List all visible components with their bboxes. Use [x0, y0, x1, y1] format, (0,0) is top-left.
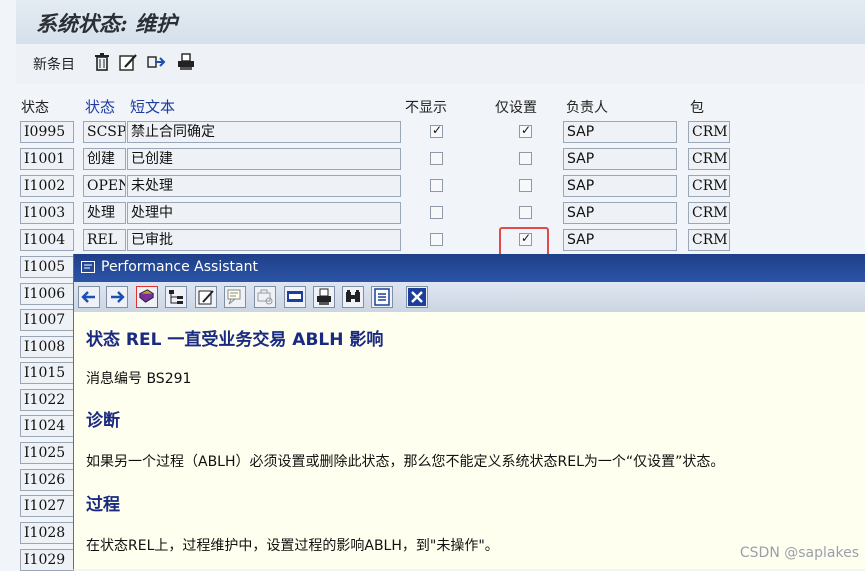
print-icon[interactable]: [313, 286, 335, 308]
col-header-status: 状态: [21, 100, 49, 116]
table-row: I1004 REL已审批 SAP CRM...: [0, 229, 865, 254]
popup-toolbar: [74, 282, 865, 312]
back-arrow-icon[interactable]: [78, 286, 100, 308]
package-cell[interactable]: CRM...: [688, 148, 730, 170]
diagnosis-text: 如果另一个过程（ABLH）必须设置或删除此状态，那么您不能定义系统状态REL为一…: [86, 454, 725, 470]
col-header-no-display: 不显示: [405, 100, 447, 116]
new-entries-button[interactable]: 新条目: [33, 54, 75, 74]
status-cell[interactable]: I1003: [20, 202, 74, 224]
status-cell[interactable]: I0995: [20, 121, 74, 143]
status-cell[interactable]: I1007: [20, 309, 74, 331]
print-preview-icon[interactable]: [254, 286, 276, 308]
status-cell[interactable]: I1024: [20, 415, 74, 437]
status-code-cell[interactable]: SCSP: [83, 121, 126, 143]
package-cell[interactable]: CRM...: [688, 229, 730, 251]
message-number: 消息编号 BS291: [86, 371, 192, 387]
col-header-package: 包: [690, 100, 704, 116]
status-cell[interactable]: I1028: [20, 522, 74, 544]
status-cell[interactable]: I1005: [20, 256, 74, 278]
owner-cell[interactable]: SAP: [563, 229, 677, 251]
forward-arrow-icon[interactable]: [106, 286, 128, 308]
edit-icon[interactable]: [118, 52, 138, 72]
no-display-checkbox[interactable]: [430, 233, 443, 246]
package-cell[interactable]: CRM...: [688, 121, 730, 143]
delete-icon[interactable]: [92, 52, 112, 72]
export-icon[interactable]: [146, 52, 166, 72]
col-header-owner: 负责人: [566, 100, 608, 116]
technical-info-book-icon[interactable]: [136, 286, 158, 308]
window-icon[interactable]: [284, 286, 306, 308]
watermark: CSDN @saplakes: [739, 545, 859, 561]
close-icon[interactable]: [406, 286, 428, 308]
annotation-icon[interactable]: [224, 286, 246, 308]
performance-assistant-window: Performance Assistant 状态 REL 一直受业务交易 ABL…: [73, 254, 865, 569]
document-icon[interactable]: [371, 286, 393, 308]
print-icon[interactable]: [176, 52, 196, 72]
short-text-cell[interactable]: 未处理: [127, 175, 401, 197]
title-bar: 系统状态: 维护: [16, 0, 865, 45]
owner-cell[interactable]: SAP: [563, 175, 677, 197]
col-header-only-set: 仅设置: [495, 100, 537, 116]
owner-cell[interactable]: SAP: [563, 148, 677, 170]
status-cell[interactable]: I1015: [20, 362, 74, 384]
procedure-text: 在状态REL上，过程维护中，设置过程的影响ABLH，到"未操作"。: [86, 538, 499, 554]
diagnosis-heading: 诊断: [86, 411, 120, 431]
status-cell[interactable]: I1029: [20, 549, 74, 571]
structure-icon[interactable]: [165, 286, 187, 308]
popup-title-bar: Performance Assistant: [74, 254, 865, 282]
table-row: I1003 处理处理中 SAP CRM...: [0, 202, 865, 227]
status-code-cell[interactable]: 创建: [83, 148, 126, 170]
status-cell[interactable]: I1001: [20, 148, 74, 170]
edit-icon[interactable]: [195, 286, 217, 308]
status-cell[interactable]: I1026: [20, 469, 74, 491]
status-cell[interactable]: I1004: [20, 229, 74, 251]
status-cell[interactable]: I1008: [20, 336, 74, 358]
only-set-checkbox[interactable]: [519, 206, 532, 219]
status-code-cell[interactable]: 处理: [83, 202, 126, 224]
window-icon: [81, 261, 95, 273]
table-row: I0995 SCSP禁止合同确定 SAP CRM...: [0, 121, 865, 146]
col-header-short-text: 短文本: [130, 98, 176, 116]
status-cell[interactable]: I1027: [20, 495, 74, 517]
no-display-checkbox[interactable]: [430, 152, 443, 165]
status-cell[interactable]: I1006: [20, 283, 74, 305]
owner-cell[interactable]: SAP: [563, 202, 677, 224]
status-code-cell[interactable]: OPEN: [83, 175, 126, 197]
col-header-status-code: 状态: [85, 98, 116, 116]
status-code-cell[interactable]: REL: [83, 229, 126, 251]
status-cell[interactable]: I1022: [20, 389, 74, 411]
short-text-cell[interactable]: 处理中: [127, 202, 401, 224]
no-display-checkbox[interactable]: [430, 206, 443, 219]
find-icon[interactable]: [342, 286, 364, 308]
owner-cell[interactable]: SAP: [563, 121, 677, 143]
window-title: 系统状态: 维护: [36, 11, 178, 36]
short-text-cell[interactable]: 已创建: [127, 148, 401, 170]
no-display-checkbox[interactable]: [430, 123, 443, 138]
status-cell[interactable]: I1002: [20, 175, 74, 197]
only-set-checkbox[interactable]: [519, 179, 532, 192]
procedure-heading: 过程: [86, 495, 120, 515]
status-cell[interactable]: I1025: [20, 442, 74, 464]
popup-title: Performance Assistant: [101, 259, 258, 275]
no-display-checkbox[interactable]: [430, 179, 443, 192]
package-cell[interactable]: CRM...: [688, 202, 730, 224]
short-text-cell[interactable]: 禁止合同确定: [127, 121, 401, 143]
table-row: I1001 创建已创建 SAP CRM...: [0, 148, 865, 173]
message-heading: 状态 REL 一直受业务交易 ABLH 影响: [86, 330, 384, 350]
table-row: I1002 OPEN未处理 SAP CRM...: [0, 175, 865, 200]
short-text-cell[interactable]: 已审批: [127, 229, 401, 251]
application-toolbar: 新条目: [16, 44, 865, 84]
only-set-checkbox[interactable]: [519, 152, 532, 165]
only-set-checkbox[interactable]: [519, 123, 532, 138]
package-cell[interactable]: CRM...: [688, 175, 730, 197]
